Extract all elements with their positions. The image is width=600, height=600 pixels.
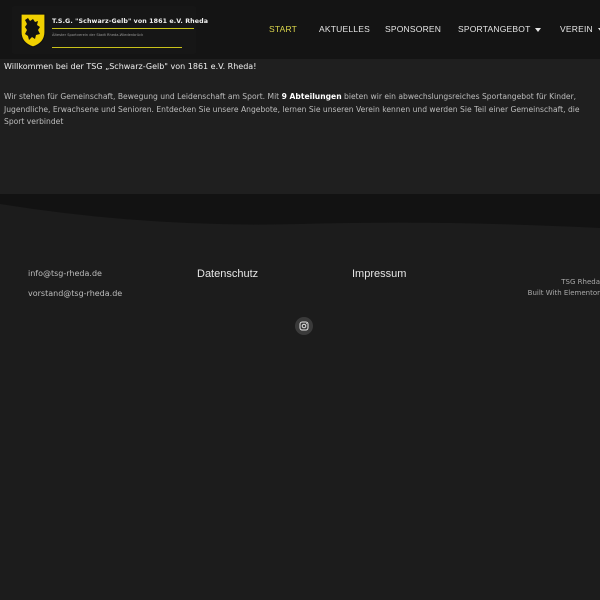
departments-count: 9 Abteilungen [281, 92, 342, 101]
nav-verein[interactable]: VEREIN [560, 24, 600, 34]
logo-subtitle: Ältester Sportverein der Stadt Rheda-Wie… [52, 33, 144, 37]
welcome-heading: Willkommen bei der TSG „Schwarz-Gelb" vo… [4, 62, 257, 71]
email-vorstand-link[interactable]: vorstand@tsg-rheda.de [28, 289, 122, 298]
nav-sportangebot-label: SPORTANGEBOT [458, 24, 531, 34]
nav-sponsoren[interactable]: SPONSOREN [385, 24, 441, 34]
lion-crest-icon [20, 13, 46, 48]
nav-sportangebot[interactable]: SPORTANGEBOT [458, 24, 542, 34]
logo-title: T.S.G. "Schwarz-Gelb" von 1861 e.V. Rhed… [52, 18, 209, 25]
footer-credit-name: TSG Rheda [561, 278, 600, 286]
chevron-down-icon [535, 27, 542, 32]
nav-verein-label: VEREIN [560, 24, 593, 34]
instagram-icon [299, 321, 309, 331]
site-logo[interactable]: T.S.G. "Schwarz-Gelb" von 1861 e.V. Rhed… [12, 6, 208, 54]
instagram-button[interactable] [295, 317, 313, 335]
logo-divider-bottom [52, 47, 182, 48]
section-divider-wave [0, 194, 600, 234]
intro-paragraph: Wir stehen für Gemeinschaft, Bewegung un… [4, 91, 596, 129]
nav-start[interactable]: START [269, 24, 297, 34]
logo-divider [52, 28, 194, 29]
footer-built-with: Built With Elementor [527, 289, 600, 297]
site-footer: info@tsg-rheda.de vorstand@tsg-rheda.de … [0, 234, 600, 600]
nav-aktuelles[interactable]: AKTUELLES [319, 24, 370, 34]
email-info-link[interactable]: info@tsg-rheda.de [28, 269, 102, 278]
site-header: T.S.G. "Schwarz-Gelb" von 1861 e.V. Rhed… [0, 0, 600, 59]
main-content: Willkommen bei der TSG „Schwarz-Gelb" vo… [0, 59, 600, 195]
intro-text-start: Wir stehen für Gemeinschaft, Bewegung un… [4, 92, 282, 101]
impressum-link[interactable]: Impressum [352, 268, 406, 280]
datenschutz-link[interactable]: Datenschutz [197, 268, 258, 280]
